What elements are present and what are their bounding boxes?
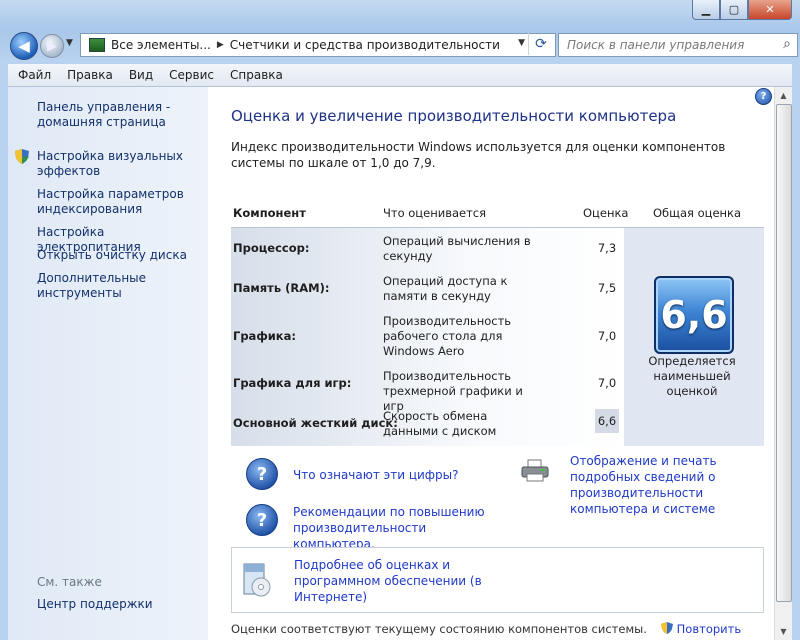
scroll-up-icon[interactable]: ▲ <box>775 87 792 104</box>
breadcrumb-separator-icon[interactable]: ▶ <box>217 40 224 50</box>
menu-help[interactable]: Справка <box>222 68 291 82</box>
refresh-icon: ⟳ <box>535 36 547 52</box>
menu-bar: Файл Правка Вид Сервис Справка <box>8 64 792 87</box>
address-dropdown-icon[interactable]: ▼ <box>518 38 525 48</box>
row-disk-score: 6,6 <box>595 409 619 433</box>
breadcrumb-performance[interactable]: Счетчики и средства производительности <box>230 38 500 52</box>
sidebar-home-link[interactable]: Панель управления - домашняя страница <box>37 100 202 130</box>
search-input[interactable] <box>565 34 769 56</box>
arrow-right-icon: ▶ <box>47 38 57 54</box>
uac-shield-icon <box>661 622 673 634</box>
intro-text: Индекс производительности Windows исполь… <box>231 140 726 170</box>
header-component: Компонент <box>233 206 306 220</box>
footer-text: Оценки соответствуют текущему состоянию … <box>231 622 647 636</box>
header-total: Общая оценка <box>653 206 742 220</box>
sidebar-item-visual-effects[interactable]: Настройка визуальных эффектов <box>37 149 202 179</box>
software-box-icon <box>243 563 271 597</box>
row-graphics-component: Графика: <box>233 329 296 343</box>
row-graphics-what: Производительность рабочего стола для Wi… <box>383 314 512 358</box>
row-gaming-what: Производительность трехмерной графики и … <box>383 369 523 413</box>
row-disk-component: Основной жесткий диск: <box>233 416 398 430</box>
uac-shield-icon <box>15 149 29 164</box>
row-ram-component: Память (RAM): <box>233 281 330 295</box>
page-title: Оценка и увеличение производительности к… <box>231 107 677 125</box>
main-panel: ? ▲ ▼ Оценка и увеличение производительн… <box>208 87 792 640</box>
footer-note: Оценки соответствуют текущему состоянию … <box>231 622 751 640</box>
row-cpu-component: Процессор: <box>233 241 310 255</box>
scroll-down-icon[interactable]: ▼ <box>775 623 792 640</box>
address-bar[interactable]: Все элементы... ▶ Счетчики и средства пр… <box>80 33 556 57</box>
row-ram-score: 7,5 <box>597 281 617 295</box>
question-icon: ? <box>246 504 278 536</box>
sidebar-item-disk-cleanup[interactable]: Открыть очистку диска <box>37 248 202 263</box>
refresh-button[interactable]: ⟳ <box>528 33 553 55</box>
search-icon[interactable]: ⌕ <box>783 36 791 52</box>
base-score-caption: Определяется наименьшей оценкой <box>648 354 736 398</box>
sidebar-item-indexing[interactable]: Настройка параметров индексирования <box>37 187 202 217</box>
base-score-badge: 6,6 <box>654 276 734 354</box>
row-gaming-score: 7,0 <box>597 376 617 390</box>
link-meaning[interactable]: Что означают эти цифры? <box>293 467 513 483</box>
question-icon: ? <box>246 458 278 490</box>
navigation-bar: ◀ ▶ ▼ Все элементы... ▶ Счетчики и средс… <box>8 32 798 60</box>
sidebar: Панель управления - домашняя страница На… <box>8 87 208 640</box>
printer-icon <box>521 459 549 482</box>
link-tips[interactable]: Рекомендации по повышению производительн… <box>293 504 503 552</box>
menu-view[interactable]: Вид <box>121 68 161 82</box>
row-gaming-component: Графика для игр: <box>233 376 352 390</box>
row-cpu-what: Операций вычисления в секунду <box>383 234 531 263</box>
menu-file[interactable]: Файл <box>8 68 59 82</box>
recent-pages-dropdown[interactable]: ▼ <box>66 38 73 48</box>
rerun-assessment-link[interactable]: Повторить оценку <box>661 622 751 640</box>
search-box[interactable]: ⌕ <box>558 33 798 57</box>
maximize-button[interactable]: ▢ <box>720 0 748 20</box>
arrow-left-icon: ◀ <box>18 37 30 55</box>
minimize-button[interactable]: ▁ <box>692 0 720 20</box>
forward-button[interactable]: ▶ <box>40 34 64 58</box>
back-button[interactable]: ◀ <box>10 32 38 60</box>
content-area: Панель управления - домашняя страница На… <box>8 87 792 640</box>
sidebar-item-advanced-tools[interactable]: Дополнительные инструменты <box>37 271 202 301</box>
link-online-info[interactable]: Подробнее об оценках и программном обесп… <box>294 557 484 605</box>
control-panel-icon <box>89 38 105 52</box>
header-what: Что оценивается <box>383 206 487 220</box>
header-score: Оценка <box>583 206 629 220</box>
link-print-details[interactable]: Отображение и печать подробных сведений … <box>570 453 770 517</box>
online-info-box: Подробнее об оценках и программном обесп… <box>231 547 764 613</box>
close-button[interactable]: ✕ <box>748 0 792 20</box>
vertical-scrollbar[interactable]: ▲ ▼ <box>774 87 792 640</box>
menu-tools[interactable]: Сервис <box>161 68 222 82</box>
window-frame: ▁ ▢ ✕ ◀ ▶ ▼ Все элементы... ▶ Счетчики и… <box>0 0 800 640</box>
see-also-heading: См. также <box>37 575 102 589</box>
help-icon[interactable]: ? <box>755 88 772 105</box>
caption-buttons: ▁ ▢ ✕ <box>692 0 792 20</box>
rerun-assessment-label[interactable]: Повторить оценку <box>661 622 741 640</box>
menu-edit[interactable]: Правка <box>59 68 121 82</box>
sidebar-item-action-center[interactable]: Центр поддержки <box>37 597 153 611</box>
row-graphics-score: 7,0 <box>597 329 617 343</box>
row-disk-what: Скорость обмена данными с диском <box>383 409 497 438</box>
row-cpu-score: 7,3 <box>597 241 617 255</box>
breadcrumb-all-items[interactable]: Все элементы... <box>111 38 211 52</box>
row-ram-what: Операций доступа к памяти в секунду <box>383 274 508 303</box>
scrollbar-thumb[interactable] <box>776 104 792 602</box>
